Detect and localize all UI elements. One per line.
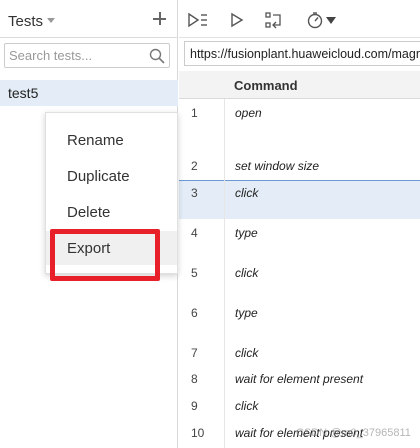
test-speed-icon[interactable]: [307, 11, 339, 29]
tests-title[interactable]: Tests: [8, 13, 43, 30]
caret-down-icon[interactable]: [47, 18, 55, 23]
context-menu: Rename Duplicate Delete Export: [45, 112, 178, 274]
step-over-icon[interactable]: [264, 11, 284, 29]
watermark: CSDN @m0_37965811: [296, 427, 411, 439]
menu-item-export[interactable]: Export: [46, 231, 177, 265]
search-box: [4, 43, 170, 68]
base-url-value: https://fusionplant.huaweicloud.com/magn…: [190, 47, 420, 61]
command-table: 1 open 2 set window size 3 click 4 type …: [179, 99, 420, 448]
row-command: open: [235, 106, 262, 120]
search-icon[interactable]: [149, 48, 165, 64]
table-row[interactable]: 2 set window size: [179, 157, 420, 180]
test-item[interactable]: test5: [0, 80, 178, 106]
tests-header: Tests: [0, 0, 178, 38]
menu-item-delete[interactable]: Delete: [46, 195, 177, 229]
menu-item-label: Duplicate: [67, 168, 130, 185]
row-number: 8: [191, 372, 198, 386]
table-row[interactable]: 6 type: [179, 299, 420, 339]
menu-item-duplicate[interactable]: Duplicate: [46, 159, 177, 193]
row-command: click: [235, 346, 259, 360]
column-divider: [224, 99, 225, 448]
row-number: 10: [191, 426, 205, 440]
search-input[interactable]: [5, 44, 145, 67]
row-command: type: [235, 306, 258, 320]
base-url-field[interactable]: https://fusionplant.huaweicloud.com/magn…: [184, 41, 420, 66]
test-item-label: test5: [8, 85, 39, 101]
table-row[interactable]: 8 wait for element present: [179, 365, 420, 392]
row-number: 2: [191, 159, 198, 173]
run-all-tests-icon[interactable]: [187, 11, 209, 29]
row-command: click: [235, 399, 259, 413]
row-command: type: [235, 226, 258, 240]
row-number: 1: [191, 106, 198, 120]
row-command: click: [235, 186, 259, 200]
row-command: click: [235, 266, 259, 280]
menu-item-label: Export: [67, 240, 111, 257]
row-number: 3: [191, 186, 198, 200]
menu-item-label: Delete: [67, 204, 111, 221]
table-row[interactable]: 1 open: [179, 99, 420, 157]
menu-item-rename[interactable]: Rename: [46, 123, 177, 157]
run-test-icon[interactable]: [229, 11, 245, 29]
table-row[interactable]: 9 click: [179, 392, 420, 419]
row-number: 9: [191, 399, 198, 413]
table-row-selected[interactable]: 3 click: [179, 180, 420, 219]
command-column-header: Command: [234, 78, 298, 93]
row-number: 6: [191, 306, 198, 320]
row-command: set window size: [235, 159, 320, 173]
table-row[interactable]: 4 type: [179, 219, 420, 259]
row-number: 7: [191, 346, 198, 360]
table-row[interactable]: 5 click: [179, 259, 420, 299]
toolbar: [179, 0, 420, 38]
row-number: 5: [191, 266, 198, 280]
table-header: Command: [179, 71, 420, 99]
table-row[interactable]: 7 click: [179, 339, 420, 365]
row-command: wait for element present: [235, 372, 364, 386]
row-number: 4: [191, 226, 198, 240]
add-test-icon[interactable]: [152, 11, 168, 27]
menu-item-label: Rename: [67, 132, 124, 149]
